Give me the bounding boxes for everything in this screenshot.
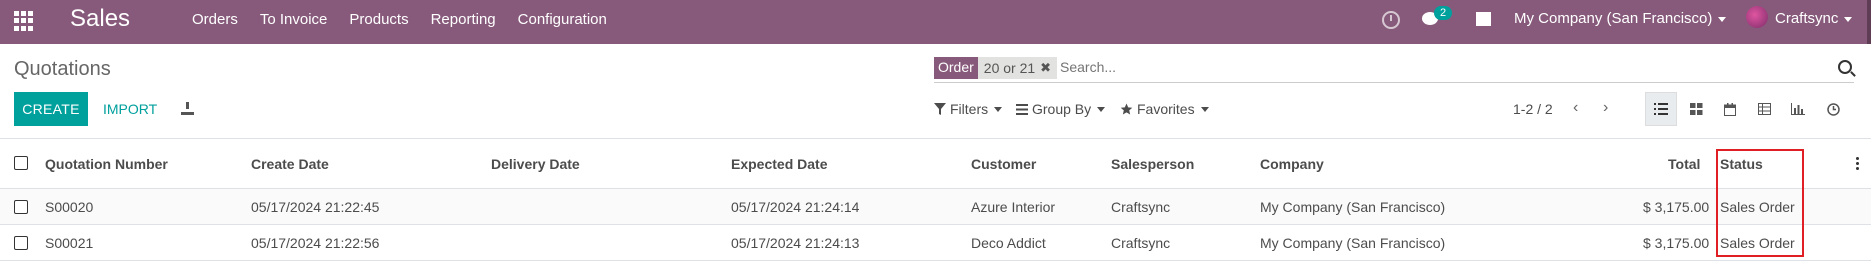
cell-total: $ 3,175.00 — [1643, 235, 1710, 251]
cell-total: $ 3,175.00 — [1643, 199, 1710, 215]
column-status[interactable]: Status — [1720, 156, 1763, 172]
column-total[interactable]: Total — [1668, 156, 1700, 172]
optional-columns-icon[interactable] — [1856, 157, 1860, 172]
column-delivery-date[interactable]: Delivery Date — [491, 156, 580, 172]
table-row[interactable]: S00021 05/17/2024 21:22:56 05/17/2024 21… — [0, 225, 1871, 261]
app-name[interactable]: Sales — [70, 5, 130, 33]
facet-label: Order — [934, 57, 978, 79]
menu-configuration[interactable]: Configuration — [518, 11, 607, 28]
cell-expected-date: 05/17/2024 21:24:13 — [731, 235, 860, 251]
cell-customer: Deco Addict — [971, 235, 1046, 251]
import-button[interactable]: IMPORT — [103, 101, 157, 117]
activity-view-icon[interactable] — [1817, 92, 1849, 126]
select-all-checkbox[interactable] — [14, 156, 28, 170]
cell-number: S00020 — [45, 199, 94, 215]
search-facet[interactable]: Order 20 or 21 ✖ — [934, 57, 1058, 79]
group-by-dropdown[interactable]: Group By — [1016, 101, 1106, 117]
search-icon[interactable] — [1838, 60, 1852, 74]
column-quotation-number[interactable]: Quotation Number — [45, 156, 168, 172]
chevron-down-icon — [1844, 16, 1853, 22]
cell-number: S00021 — [45, 235, 94, 251]
menu-orders[interactable]: Orders — [192, 11, 238, 28]
list-icon — [1016, 103, 1028, 115]
cell-salesperson: Craftsync — [1111, 235, 1171, 251]
chevron-right-icon[interactable]: › — [1603, 99, 1608, 117]
menu-reporting[interactable]: Reporting — [431, 11, 496, 28]
page-title: Quotations — [14, 58, 111, 80]
chevron-down-icon — [1200, 106, 1209, 112]
column-customer[interactable]: Customer — [971, 156, 1036, 172]
filter-icon — [934, 103, 946, 115]
facet-values: 20 or 21 — [983, 60, 1036, 76]
chevron-down-icon — [1097, 106, 1106, 112]
table-header: Quotation Number Create Date Delivery Da… — [0, 139, 1871, 189]
apps-grid-icon[interactable] — [14, 11, 34, 31]
clock-icon[interactable] — [1382, 11, 1400, 29]
group-by-label: Group By — [1032, 101, 1092, 117]
menu-products[interactable]: Products — [349, 11, 408, 28]
menu-to-invoice[interactable]: To Invoice — [260, 11, 328, 28]
cell-expected-date: 05/17/2024 21:24:14 — [731, 199, 860, 215]
main-menu: Orders To Invoice Products Reporting Con… — [192, 11, 629, 28]
user-name: Craftsync — [1775, 10, 1839, 27]
chat-count-badge: 2 — [1434, 6, 1453, 20]
cell-status: Sales Order — [1720, 199, 1795, 215]
pager-value[interactable]: 1-2 / 2 — [1513, 101, 1553, 117]
cell-company: My Company (San Francisco) — [1260, 199, 1446, 215]
company-switcher[interactable]: My Company (San Francisco) — [1514, 10, 1727, 27]
close-icon[interactable]: ✖ — [1040, 60, 1051, 76]
cell-company: My Company (San Francisco) — [1260, 235, 1446, 251]
favorites-dropdown[interactable]: Favorites — [1120, 101, 1209, 117]
scrollbar[interactable] — [1867, 0, 1871, 44]
pivot-view-icon[interactable] — [1748, 92, 1780, 126]
filters-dropdown[interactable]: Filters — [934, 101, 1003, 117]
table-row[interactable]: S00020 05/17/2024 21:22:45 05/17/2024 21… — [0, 189, 1871, 225]
cell-create-date: 05/17/2024 21:22:56 — [251, 235, 380, 251]
column-expected-date[interactable]: Expected Date — [731, 156, 827, 172]
user-menu[interactable]: Craftsync — [1775, 10, 1853, 27]
cell-salesperson: Craftsync — [1111, 199, 1171, 215]
graph-view-icon[interactable] — [1782, 92, 1814, 126]
top-navbar: Sales Orders To Invoice Products Reporti… — [0, 0, 1871, 44]
avatar[interactable] — [1746, 6, 1768, 28]
company-name: My Company (San Francisco) — [1514, 10, 1713, 27]
favorites-label: Favorites — [1137, 101, 1195, 117]
facet-values-wrap: 20 or 21 ✖ — [977, 57, 1058, 79]
filters-label: Filters — [950, 101, 989, 117]
search-input[interactable] — [1060, 59, 1710, 75]
calendar-view-icon[interactable] — [1714, 92, 1746, 126]
create-button[interactable]: CREATE — [14, 92, 88, 126]
gift-icon[interactable] — [1476, 12, 1491, 26]
list-view-icon[interactable] — [1645, 92, 1677, 126]
row-checkbox[interactable] — [14, 200, 28, 214]
column-create-date[interactable]: Create Date — [251, 156, 329, 172]
cell-status: Sales Order — [1720, 235, 1795, 251]
column-company[interactable]: Company — [1260, 156, 1324, 172]
row-checkbox[interactable] — [14, 236, 28, 250]
chevron-left-icon[interactable]: ‹ — [1573, 99, 1578, 117]
cell-create-date: 05/17/2024 21:22:45 — [251, 199, 380, 215]
chevron-down-icon — [1718, 16, 1727, 22]
chevron-down-icon — [994, 106, 1003, 112]
kanban-view-icon[interactable] — [1680, 92, 1712, 126]
star-icon — [1120, 103, 1133, 114]
search-bar[interactable]: Order 20 or 21 ✖ — [934, 57, 1854, 83]
cell-customer: Azure Interior — [971, 199, 1056, 215]
download-icon[interactable] — [181, 102, 194, 115]
column-salesperson[interactable]: Salesperson — [1111, 156, 1194, 172]
